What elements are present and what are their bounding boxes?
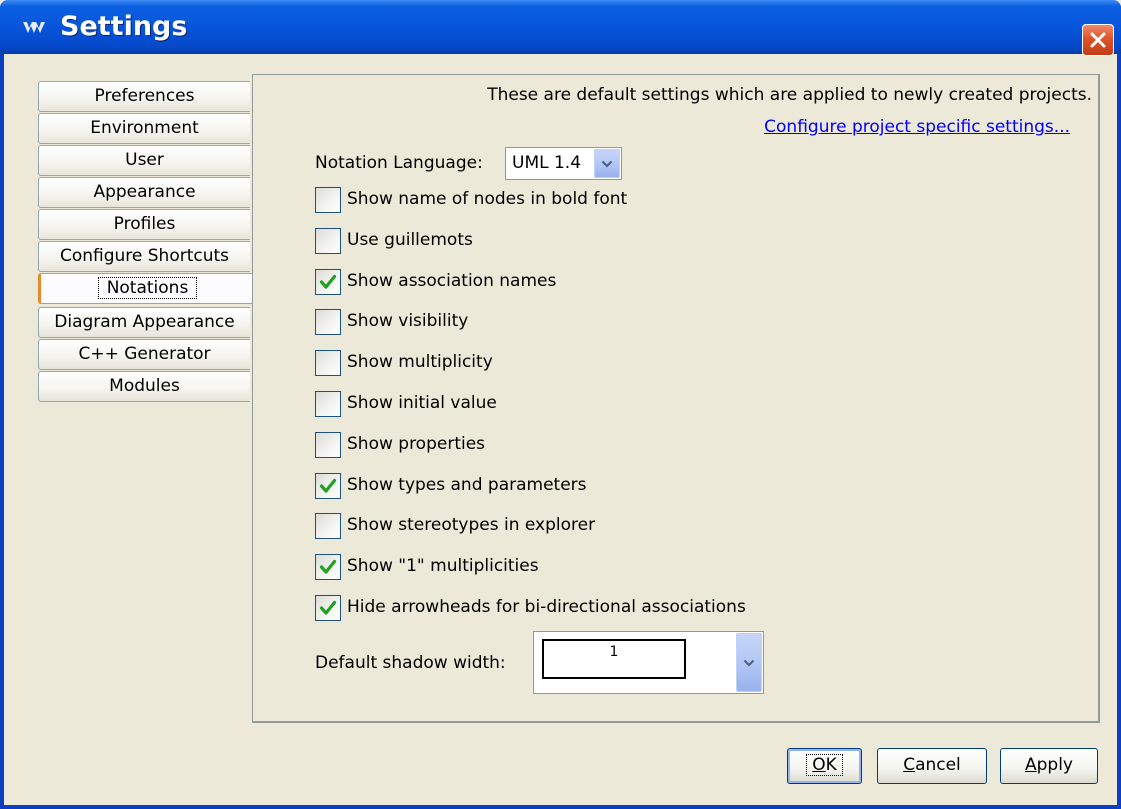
shadow-width-label: Default shadow width: (315, 653, 506, 673)
default-settings-info: These are default settings which are app… (487, 85, 1092, 105)
tab-label: Profiles (113, 214, 176, 234)
checkbox-label: Show name of nodes in bold font (347, 189, 628, 209)
checkbox-unchecked[interactable] (315, 391, 341, 417)
chevron-down-icon (743, 659, 755, 667)
checkbox-label: Use guillemots (347, 230, 473, 250)
checkbox-unchecked[interactable] (315, 228, 341, 254)
check-icon (319, 478, 337, 493)
checkbox-checked[interactable] (315, 554, 341, 580)
checkbox-unchecked[interactable] (315, 513, 341, 539)
mnemonic: A (1024, 755, 1037, 775)
tab-label: Configure Shortcuts (59, 246, 230, 266)
label-rest: pply (1036, 755, 1073, 775)
dropdown-arrow-button[interactable] (736, 633, 762, 692)
close-button[interactable] (1082, 24, 1114, 56)
checkbox-label: Hide arrowheads for bi-directional assoc… (347, 597, 746, 617)
tab-label: Notations (97, 277, 198, 299)
cancel-button-label: Cancel (903, 755, 961, 775)
tab-appearance[interactable]: Appearance (38, 177, 250, 208)
mnemonic: C (903, 755, 916, 775)
tab-cpp-generator[interactable]: C++ Generator (38, 339, 250, 370)
configure-project-settings-link[interactable]: Configure project specific settings... (764, 117, 1070, 137)
tab-diagram-appearance[interactable]: Diagram Appearance (38, 307, 250, 338)
check-icon (319, 600, 337, 615)
tab-environment[interactable]: Environment (38, 113, 250, 144)
tab-label: Diagram Appearance (54, 312, 235, 332)
checkbox-label: Show multiplicity (347, 352, 493, 372)
tab-modules[interactable]: Modules (38, 371, 250, 402)
tab-label: User (125, 150, 164, 170)
check-icon (319, 559, 337, 574)
tab-profiles[interactable]: Profiles (38, 209, 250, 240)
checkbox-checked[interactable] (315, 269, 341, 295)
tab-notations[interactable]: Notations (38, 273, 254, 304)
tab-preferences[interactable]: Preferences (38, 81, 250, 112)
tab-configure-shortcuts[interactable]: Configure Shortcuts (38, 241, 250, 272)
tab-label: Modules (109, 376, 180, 396)
checkbox-label: Show "1" multiplicities (347, 556, 539, 576)
window-title: Settings (60, 11, 188, 42)
checkbox-label: Show initial value (347, 393, 497, 413)
apply-button[interactable]: Apply (1000, 748, 1098, 784)
shadow-width-select[interactable]: 1 (533, 631, 764, 694)
label-rest: ancel (915, 755, 961, 775)
label-rest: K (825, 755, 837, 775)
notation-language-select[interactable]: UML 1.4 (505, 147, 622, 180)
tab-user[interactable]: User (38, 145, 250, 176)
cancel-button[interactable]: Cancel (877, 748, 987, 784)
notations-panel: These are default settings which are app… (252, 74, 1100, 723)
ok-button[interactable]: OK (787, 748, 862, 784)
checkbox-label: Show stereotypes in explorer (347, 515, 596, 535)
check-icon (319, 274, 337, 289)
tab-label: Appearance (93, 182, 196, 202)
title-bar[interactable]: Settings (0, 0, 1121, 54)
checkbox-unchecked[interactable] (315, 309, 341, 335)
notation-language-label: Notation Language: (315, 153, 483, 173)
checkbox-unchecked[interactable] (315, 187, 341, 213)
argo-icon (22, 20, 46, 34)
tab-label: C++ Generator (78, 344, 211, 364)
tab-label: Environment (90, 118, 199, 138)
apply-button-label: Apply (1025, 755, 1073, 775)
checkbox-checked[interactable] (315, 595, 341, 621)
checkbox-unchecked[interactable] (315, 432, 341, 458)
checkbox-label: Show types and parameters (347, 475, 587, 495)
chevron-down-icon (601, 160, 613, 168)
checkbox-label: Show visibility (347, 311, 469, 331)
dropdown-arrow-button[interactable] (594, 149, 620, 178)
tab-label: Preferences (94, 86, 195, 106)
checkbox-label: Show association names (347, 271, 557, 291)
checkbox-label: Show properties (347, 434, 486, 454)
checkbox-checked[interactable] (315, 473, 341, 499)
shadow-width-value: 1 (609, 644, 619, 660)
shadow-width-preview: 1 (542, 639, 686, 679)
mnemonic: O (812, 755, 826, 775)
notation-language-value: UML 1.4 (512, 153, 582, 173)
ok-button-label: OK (806, 754, 843, 776)
checkbox-unchecked[interactable] (315, 350, 341, 376)
